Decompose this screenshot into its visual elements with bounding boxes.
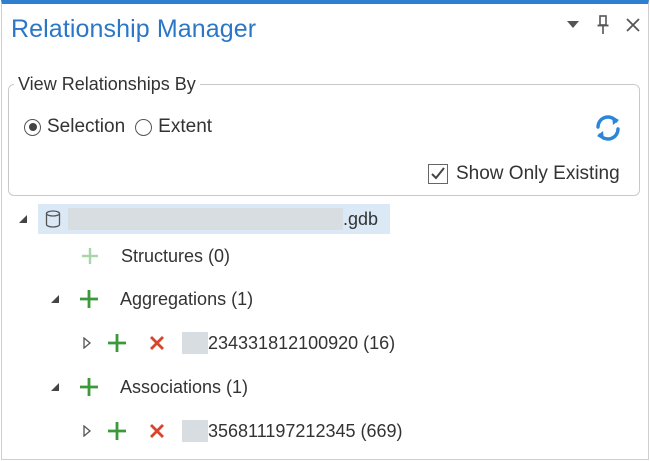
expanded-arrow-icon[interactable] <box>16 212 30 226</box>
aggregation-item-label: 234331812100920 (16) <box>208 332 396 353</box>
add-structure-icon-disabled <box>79 245 101 267</box>
view-by-radio-group: Selection Extent <box>24 116 222 138</box>
add-association-icon[interactable] <box>78 376 100 398</box>
association-item-label: 356811197212345 (669) <box>208 420 403 441</box>
view-relationships-legend: View Relationships By <box>14 74 200 95</box>
redacted-aggregation-prefix <box>182 332 208 354</box>
redacted-database-name <box>68 208 343 230</box>
tree-node-structures[interactable]: Structures (0) <box>79 242 230 270</box>
radio-selection[interactable]: Selection <box>24 116 125 138</box>
database-suffix: .gdb <box>343 208 379 229</box>
tree-node-association-item[interactable]: 356811197212345 (669) <box>80 417 403 445</box>
close-icon[interactable] <box>624 14 642 36</box>
delete-aggregation-item-icon[interactable] <box>146 332 168 354</box>
show-only-existing-label: Show Only Existing <box>456 163 620 184</box>
pin-icon[interactable] <box>594 14 612 36</box>
radio-selection-indicator <box>24 118 41 136</box>
associations-label: Associations (1) <box>120 376 249 397</box>
collapsed-arrow-icon[interactable] <box>80 424 94 438</box>
collapsed-arrow-icon[interactable] <box>80 336 94 350</box>
radio-extent-indicator <box>135 118 153 136</box>
expanded-arrow-icon[interactable] <box>48 380 62 394</box>
tree-node-aggregations[interactable]: Aggregations (1) <box>48 285 253 313</box>
dropdown-icon[interactable] <box>564 14 582 36</box>
add-association-item-icon[interactable] <box>106 420 128 442</box>
panel-title: Relationship Manager <box>11 15 257 43</box>
redacted-association-prefix <box>182 420 208 442</box>
radio-selection-label: Selection <box>47 116 126 137</box>
tree-node-associations[interactable]: Associations (1) <box>48 373 248 401</box>
expanded-arrow-icon[interactable] <box>48 292 62 306</box>
tree-node-aggregation-item[interactable]: 234331812100920 (16) <box>80 329 395 357</box>
tree-root-node[interactable]: .gdb <box>16 205 378 233</box>
radio-extent[interactable]: Extent <box>135 116 212 138</box>
window-controls <box>564 14 642 36</box>
add-aggregation-icon[interactable] <box>78 288 100 310</box>
database-icon <box>42 208 64 230</box>
refresh-icon[interactable] <box>592 112 624 144</box>
radio-extent-label: Extent <box>158 116 213 137</box>
add-aggregation-item-icon[interactable] <box>106 332 128 354</box>
show-only-existing-box <box>428 164 448 184</box>
show-only-existing-checkbox[interactable]: Show Only Existing <box>428 163 620 185</box>
aggregations-label: Aggregations (1) <box>120 288 254 309</box>
structures-label: Structures (0) <box>121 245 231 266</box>
delete-association-item-icon[interactable] <box>146 420 168 442</box>
